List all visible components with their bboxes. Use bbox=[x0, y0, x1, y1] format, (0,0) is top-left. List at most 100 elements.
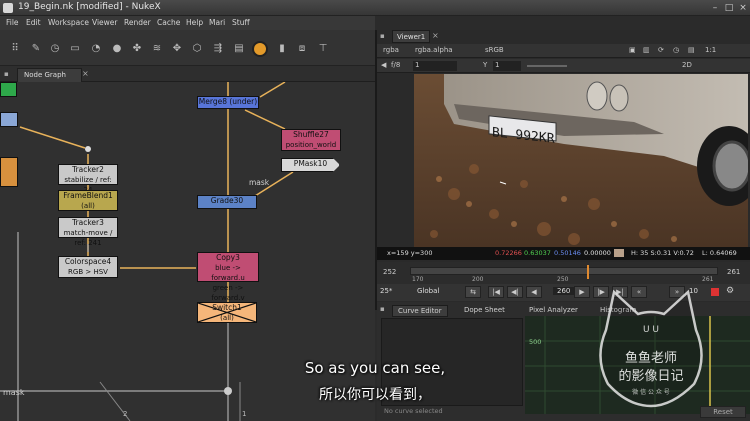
read-node-stub[interactable] bbox=[0, 112, 18, 127]
particles-icon[interactable] bbox=[252, 41, 268, 57]
views-icon[interactable]: ⇶ bbox=[211, 42, 225, 56]
menu-edit[interactable]: Edit bbox=[26, 18, 41, 27]
menu-file[interactable]: File bbox=[6, 18, 19, 27]
tab-menu-icon[interactable]: ▪ bbox=[4, 70, 12, 78]
keyer-icon[interactable]: ✤ bbox=[130, 42, 144, 56]
grade-node[interactable]: Grade30 bbox=[197, 195, 257, 209]
car-photo: BL 992KR bbox=[414, 74, 748, 247]
viewer-tab-menu-icon[interactable]: ▪ bbox=[380, 32, 385, 40]
copy-node-sub2: green -> forward.v bbox=[211, 284, 245, 302]
viewer-clock-icon[interactable]: ◷ bbox=[673, 46, 679, 54]
backdrop-node-stub[interactable] bbox=[0, 157, 18, 187]
viewer-node-stub[interactable] bbox=[0, 82, 17, 97]
frameblend-node[interactable]: FrameBlend1 (all) bbox=[58, 190, 118, 211]
grip-icon[interactable]: ⠿ bbox=[8, 42, 22, 56]
viewer-cache-icon[interactable]: ▤ bbox=[688, 46, 695, 54]
bounds-icon[interactable]: ⇆ bbox=[465, 286, 481, 298]
channels-select[interactable]: rgba bbox=[383, 46, 399, 54]
merge-icon[interactable]: ≋ bbox=[150, 42, 164, 56]
channel-icon[interactable]: ▭ bbox=[68, 42, 82, 56]
copy-node-sub1: blue -> forward.u bbox=[211, 264, 245, 282]
frameblend-node-sub: (all) bbox=[81, 202, 95, 210]
gamma-field[interactable]: 1 bbox=[493, 61, 521, 71]
play-backward-icon[interactable]: ◀ bbox=[526, 286, 542, 298]
timeline-track[interactable] bbox=[410, 267, 718, 275]
timeline-start[interactable]: 252 bbox=[383, 268, 396, 276]
menu-workspace[interactable]: Workspace bbox=[48, 18, 89, 27]
viewer-image[interactable]: BL 992KR bbox=[414, 74, 748, 247]
tracker3-node[interactable]: Tracker3 match-move / ref: 241 bbox=[58, 217, 118, 247]
alpha-select[interactable]: rgba.alpha bbox=[415, 46, 453, 54]
disabled-cross-icon bbox=[198, 303, 256, 322]
color-icon[interactable]: ◔ bbox=[89, 42, 103, 56]
tab-curve-editor[interactable]: Curve Editor bbox=[392, 305, 448, 317]
zoom-select[interactable]: 1:1 bbox=[705, 46, 716, 54]
lock-icon[interactable] bbox=[711, 288, 719, 296]
tab-pixel-analyzer[interactable]: Pixel Analyzer bbox=[524, 305, 583, 315]
gamma-slider[interactable] bbox=[527, 65, 567, 67]
switch-node[interactable]: Switch1 (all) bbox=[197, 302, 257, 323]
close-icon[interactable]: × bbox=[738, 3, 748, 13]
merge-node[interactable]: Merge8 (under) bbox=[197, 96, 259, 109]
copy-node[interactable]: Copy3 blue -> forward.u green -> forward.v bbox=[197, 252, 259, 302]
toolsets-icon[interactable]: ▮ bbox=[275, 42, 289, 56]
timeline-cursor[interactable] bbox=[587, 265, 589, 279]
colorspace-select[interactable]: sRGB bbox=[485, 46, 504, 54]
timeline[interactable]: 252 170 200 250 261 261 bbox=[377, 262, 750, 284]
colorspace-node-sub: RGB > HSV bbox=[68, 268, 108, 276]
viewer-toolbar-top: rgba rgba.alpha sRGB ▣ ▥ ⟳ ◷ ▤ 1:1 bbox=[377, 44, 750, 58]
colorspace-node[interactable]: Colorspace4 RGB > HSV bbox=[58, 256, 118, 278]
tab-viewer-label: Viewer1 bbox=[397, 33, 426, 41]
fps-select[interactable]: 25* bbox=[380, 287, 392, 295]
merge-node-label: Merge8 (under) bbox=[198, 97, 258, 106]
menu-stuff[interactable]: Stuff bbox=[232, 18, 250, 27]
tick-label-2: 200 bbox=[472, 276, 484, 283]
shuffle-node[interactable]: Shuffle27 position_world bbox=[281, 129, 341, 151]
menu-mari[interactable]: Mari bbox=[209, 18, 225, 27]
pmask-node[interactable]: PMask10 bbox=[281, 158, 340, 172]
menu-render[interactable]: Render bbox=[124, 18, 151, 27]
viewer-refresh-icon[interactable]: ⟳ bbox=[658, 46, 664, 54]
tab-dope-sheet[interactable]: Dope Sheet bbox=[459, 305, 510, 315]
current-frame-field[interactable]: 260 bbox=[553, 287, 575, 295]
tab-node-graph-label: Node Graph bbox=[24, 71, 66, 79]
svg-text:U U: U U bbox=[643, 325, 659, 335]
menu-viewer[interactable]: Viewer bbox=[92, 18, 118, 27]
tracker2-node[interactable]: Tracker2stabilize / ref: 24 bbox=[58, 164, 118, 194]
minimize-icon[interactable]: – bbox=[710, 3, 720, 13]
viewer-toolbar-bottom: ◀ f/8 1 Y 1 2D bbox=[377, 59, 750, 73]
pmask-node-label: PMask10 bbox=[293, 159, 328, 168]
filter-icon[interactable]: ● bbox=[110, 42, 124, 56]
proxy-select[interactable]: 2D bbox=[682, 61, 692, 69]
play-forward-icon[interactable]: ▶ bbox=[574, 286, 590, 298]
first-frame-icon[interactable]: |◀ bbox=[488, 286, 504, 298]
metadata-icon[interactable]: ▤ bbox=[232, 42, 246, 56]
3d-icon[interactable]: ⬡ bbox=[190, 42, 204, 56]
viewer-roi-icon[interactable]: ▥ bbox=[643, 46, 650, 54]
prev-key-icon[interactable]: ◀| bbox=[507, 286, 523, 298]
maximize-icon[interactable]: □ bbox=[724, 3, 734, 13]
viewer-tab-close-icon[interactable]: × bbox=[432, 31, 439, 40]
settings-icon[interactable]: ⚙ bbox=[726, 286, 734, 296]
transform-icon[interactable]: ✥ bbox=[170, 42, 184, 56]
tracker3-node-label: Tracker3 bbox=[72, 218, 104, 227]
viewer-overlay-icon[interactable]: ▣ bbox=[629, 46, 636, 54]
gain-field[interactable]: 1 bbox=[413, 61, 457, 71]
menu-cache[interactable]: Cache bbox=[157, 18, 180, 27]
curve-tab-menu-icon[interactable]: ▪ bbox=[380, 305, 385, 313]
range-mode-select[interactable]: Global bbox=[417, 287, 439, 295]
paint-icon[interactable]: ✎ bbox=[29, 42, 43, 56]
tick-label-1: 170 bbox=[412, 276, 424, 283]
fstop-left-icon[interactable]: ◀ bbox=[381, 61, 386, 69]
menu-help[interactable]: Help bbox=[186, 18, 203, 27]
timeline-end[interactable]: 261 bbox=[727, 268, 740, 276]
pixel-coords: x=159 y=300 bbox=[387, 249, 433, 257]
time-icon[interactable]: ◷ bbox=[48, 42, 62, 56]
furnace-icon[interactable]: ⊤ bbox=[316, 42, 330, 56]
tab-close-icon[interactable]: × bbox=[82, 69, 89, 78]
pipe-number-2: 2 bbox=[123, 410, 128, 418]
tab-node-graph[interactable]: Node Graph bbox=[17, 68, 82, 82]
other-icon[interactable]: ⧈ bbox=[295, 42, 309, 56]
tab-viewer[interactable]: Viewer1 bbox=[392, 30, 430, 43]
fstop-value[interactable]: f/8 bbox=[391, 61, 400, 69]
